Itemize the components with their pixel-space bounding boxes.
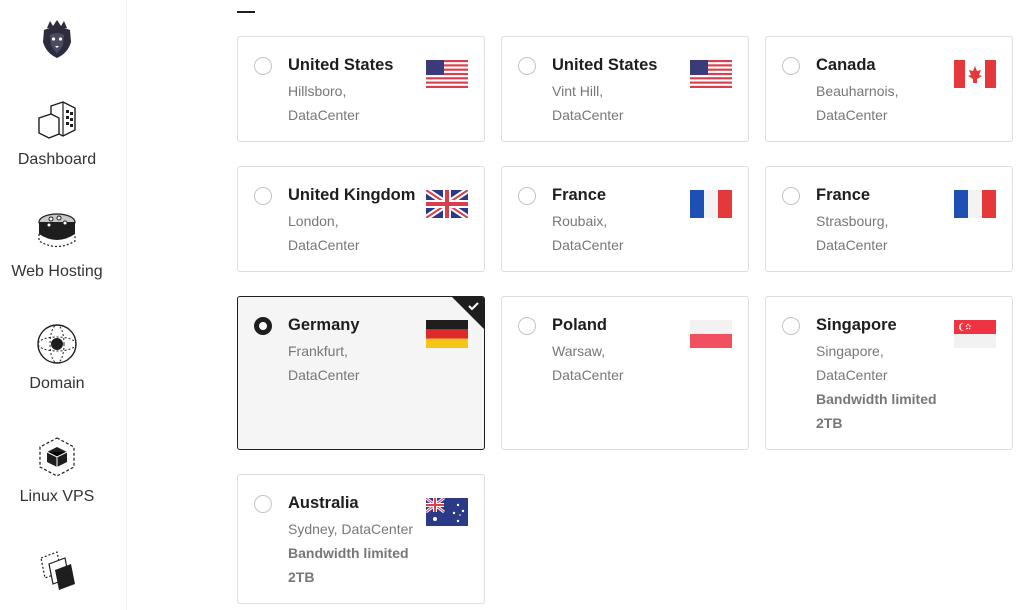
location-details: Strasbourg, DataCenter	[816, 209, 946, 257]
location-type: DataCenter	[816, 367, 888, 383]
location-card[interactable]: Canada Beauharnois, DataCenter	[765, 36, 1013, 142]
location-type: DataCenter	[552, 237, 624, 253]
city-name: Singapore,	[816, 343, 884, 359]
city-name: Vint Hill,	[552, 83, 604, 99]
location-card[interactable]: Singapore Singapore, DataCenter Bandwidth l…	[765, 296, 1013, 450]
country-name: Singapore	[816, 316, 897, 334]
sidebar-item-web-hosting[interactable]: Web Hosting	[0, 210, 114, 281]
checkmark-icon	[452, 297, 484, 329]
france-flag-icon	[690, 190, 732, 218]
location-radio[interactable]	[782, 317, 800, 335]
bandwidth-note: Bandwidth limited 2TB	[816, 391, 937, 431]
server-icon	[38, 213, 76, 248]
poland-flag-icon	[690, 320, 732, 348]
building-icon	[38, 101, 76, 139]
location-details: London, DataCenter	[288, 209, 418, 257]
us-flag-icon	[426, 60, 468, 88]
country-name: Australia	[288, 494, 359, 512]
location-radio[interactable]	[518, 187, 536, 205]
sidebar-item-label: Web Hosting	[11, 263, 103, 280]
location-details: Singapore, DataCenter Bandwidth limited 2T…	[816, 339, 946, 435]
location-details: Sydney, DataCenter Bandwidth limited 2TB	[288, 517, 418, 589]
singapore-flag-icon	[954, 320, 996, 348]
divider	[237, 11, 255, 13]
location-radio[interactable]	[782, 57, 800, 75]
location-radio[interactable]	[254, 495, 272, 513]
sidebar-item-label: Dashboard	[17, 151, 97, 168]
lion-logo-icon[interactable]	[40, 18, 74, 60]
location-type: DataCenter	[288, 237, 360, 253]
location-details: Beauharnois, DataCenter	[816, 79, 946, 127]
cube-icon	[39, 437, 75, 477]
city-name: Strasbourg,	[816, 213, 889, 229]
sidebar-item-layers[interactable]	[0, 548, 114, 592]
city-name: London,	[288, 213, 339, 229]
country-name: Germany	[288, 316, 360, 334]
location-radio[interactable]	[518, 57, 536, 75]
us-flag-icon	[690, 60, 732, 88]
location-card[interactable]: Poland Warsaw, DataCenter	[501, 296, 749, 450]
location-radio[interactable]	[254, 57, 272, 75]
country-name: France	[552, 186, 607, 204]
country-name: United Kingdom	[288, 186, 416, 204]
france-flag-icon	[954, 190, 996, 218]
sidebar: Dashboard Web Hosting Domain Linux VPS	[0, 0, 127, 610]
location-type: DataCenter	[288, 367, 360, 383]
country-name: Poland	[552, 316, 608, 334]
location-details: Roubaix, DataCenter	[552, 209, 682, 257]
location-details: Frankfurt, DataCenter	[288, 339, 418, 387]
location-card[interactable]: Australia Sydney, DataCenter Bandwidth lim…	[237, 474, 485, 604]
city-name: Hillsboro,	[288, 83, 347, 99]
location-details: Vint Hill, DataCenter	[552, 79, 682, 127]
main-content: United States Hillsboro, DataCenter United …	[127, 0, 1032, 610]
location-radio[interactable]	[518, 317, 536, 335]
country-name: France	[816, 186, 871, 204]
layers-icon	[40, 551, 75, 590]
location-type: DataCenter	[552, 107, 624, 123]
city-name: Frankfurt,	[288, 343, 348, 359]
country-name: United States	[288, 56, 394, 74]
location-details: Hillsboro, DataCenter	[288, 79, 418, 127]
country-name: Canada	[816, 56, 876, 74]
canada-flag-icon	[954, 60, 996, 88]
sidebar-item-linux-vps[interactable]: Linux VPS	[0, 435, 114, 506]
location-type: DataCenter	[816, 107, 888, 123]
sidebar-item-dashboard[interactable]: Dashboard	[0, 98, 114, 169]
globe-icon	[37, 324, 77, 364]
australia-flag-icon	[426, 498, 468, 526]
location-card[interactable]: United States Vint Hill, DataCenter	[501, 36, 749, 142]
country-name: United States	[552, 56, 658, 74]
city-name: Sydney, DataCenter	[288, 521, 414, 537]
bandwidth-note: Bandwidth limited 2TB	[288, 545, 409, 585]
city-name: Warsaw,	[552, 343, 606, 359]
location-type: DataCenter	[816, 237, 888, 253]
location-card[interactable]: Germany Frankfurt, DataCenter	[237, 296, 485, 450]
location-radio[interactable]	[254, 187, 272, 205]
location-card[interactable]: France Roubaix, DataCenter	[501, 166, 749, 272]
location-card[interactable]: France Strasbourg, DataCenter	[765, 166, 1013, 272]
location-details: Warsaw, DataCenter	[552, 339, 682, 387]
sidebar-item-label: Linux VPS	[19, 488, 95, 505]
location-type: DataCenter	[288, 107, 360, 123]
city-name: Roubaix,	[552, 213, 608, 229]
sidebar-item-label: Domain	[29, 375, 85, 392]
location-radio[interactable]	[254, 317, 272, 335]
uk-flag-icon	[426, 190, 468, 218]
sidebar-item-domain[interactable]: Domain	[0, 322, 114, 393]
location-card[interactable]: United Kingdom London, DataCenter	[237, 166, 485, 272]
location-card[interactable]: United States Hillsboro, DataCenter	[237, 36, 485, 142]
location-radio[interactable]	[782, 187, 800, 205]
location-type: DataCenter	[552, 367, 624, 383]
city-name: Beauharnois,	[816, 83, 899, 99]
